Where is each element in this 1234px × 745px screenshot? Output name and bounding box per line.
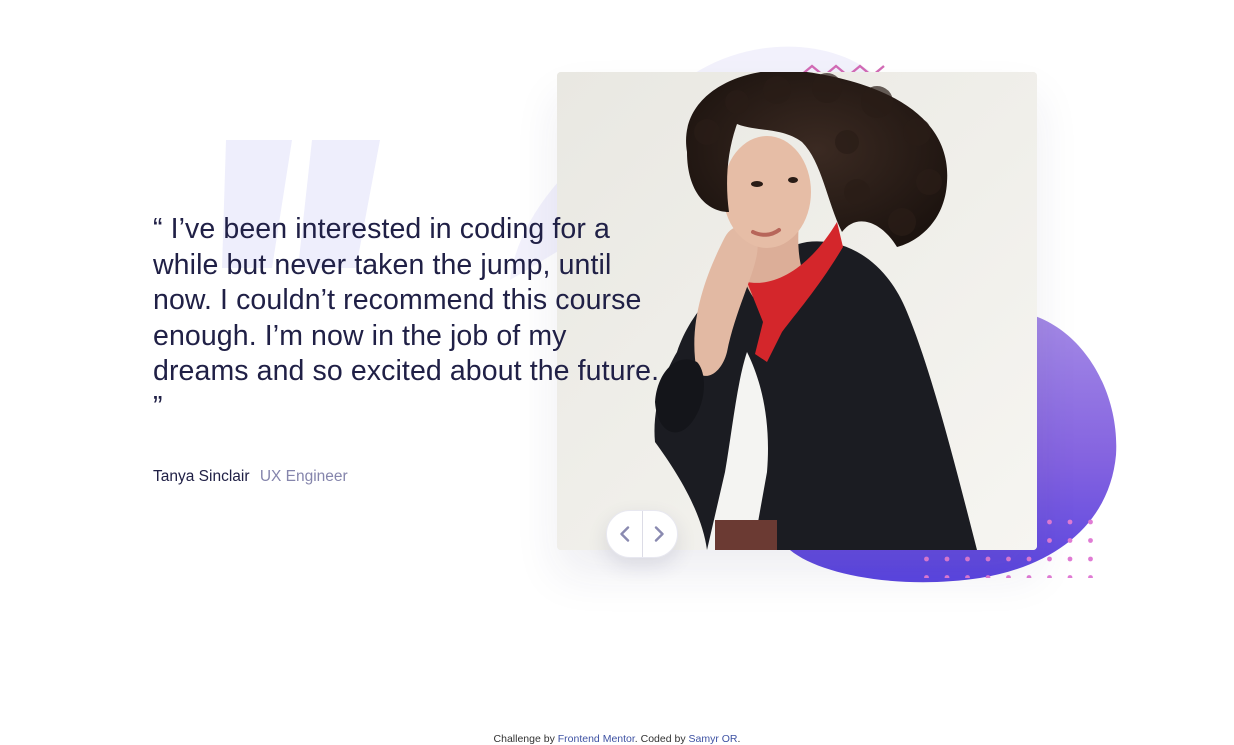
author-role: UX Engineer xyxy=(259,467,348,485)
attribution: Challenge by Frontend Mentor. Coded by S… xyxy=(0,733,1234,745)
author-link[interactable]: Samyr OR xyxy=(689,733,738,745)
testimonial-block: “ I’ve been interested in coding for a w… xyxy=(153,212,663,486)
next-button[interactable] xyxy=(641,511,678,557)
author-name: Tanya Sinclair xyxy=(153,467,250,485)
frontend-mentor-link[interactable]: Frontend Mentor xyxy=(558,733,635,745)
testimonial-quote: “ I’ve been interested in coding for a w… xyxy=(153,213,660,423)
chevron-left-icon xyxy=(620,526,629,542)
attribution-prefix: Challenge by xyxy=(493,733,555,745)
attribution-middle: . Coded by xyxy=(634,733,686,745)
slider-controls xyxy=(606,510,678,558)
attribution-suffix: . xyxy=(737,733,741,745)
previous-button[interactable] xyxy=(607,511,642,557)
chevron-right-icon xyxy=(655,526,664,542)
author-info: Tanya Sinclair UX Engineer xyxy=(153,468,663,486)
